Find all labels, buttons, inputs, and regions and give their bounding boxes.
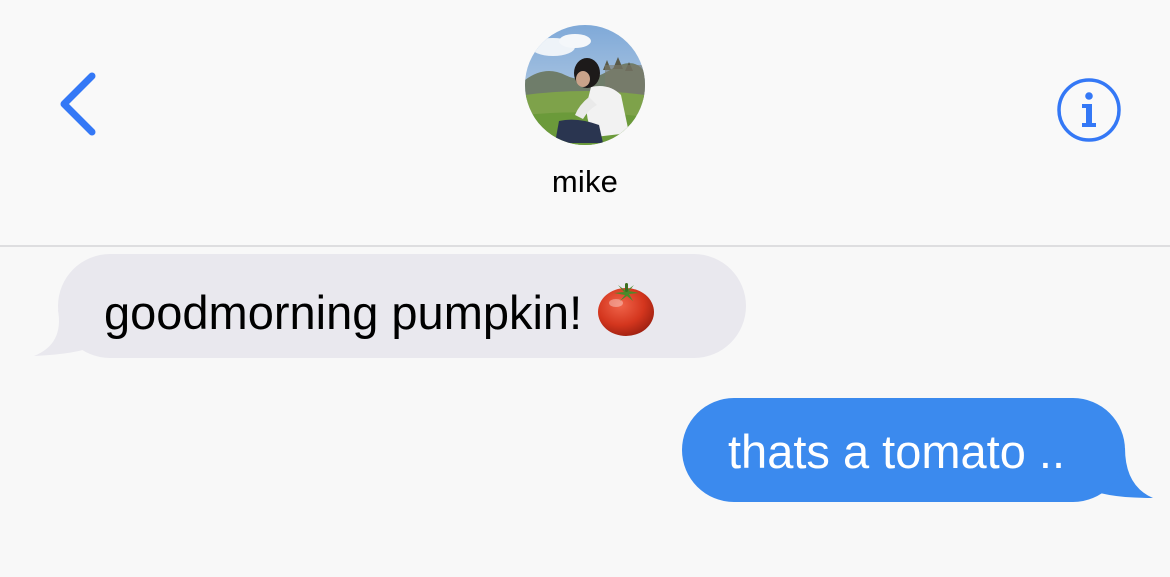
incoming-message: goodmorning pumpkin! [104,281,656,340]
back-button[interactable] [52,68,112,140]
contact-name[interactable]: mike [485,164,685,200]
avatar-photo [525,25,645,145]
outgoing-message-text: thats a tomato .. [728,425,1066,478]
chevron-left-icon [60,72,96,136]
incoming-message-text: goodmorning pumpkin! [104,286,583,339]
info-button[interactable] [1055,76,1123,144]
tomato-icon [596,281,656,337]
info-icon [1057,78,1121,142]
conversation-header: mike [0,0,1170,247]
messages-screen: mike goodmorning pumpkin! thats a tomato… [0,0,1170,577]
header-divider [0,245,1170,247]
contact-avatar[interactable] [525,25,645,145]
